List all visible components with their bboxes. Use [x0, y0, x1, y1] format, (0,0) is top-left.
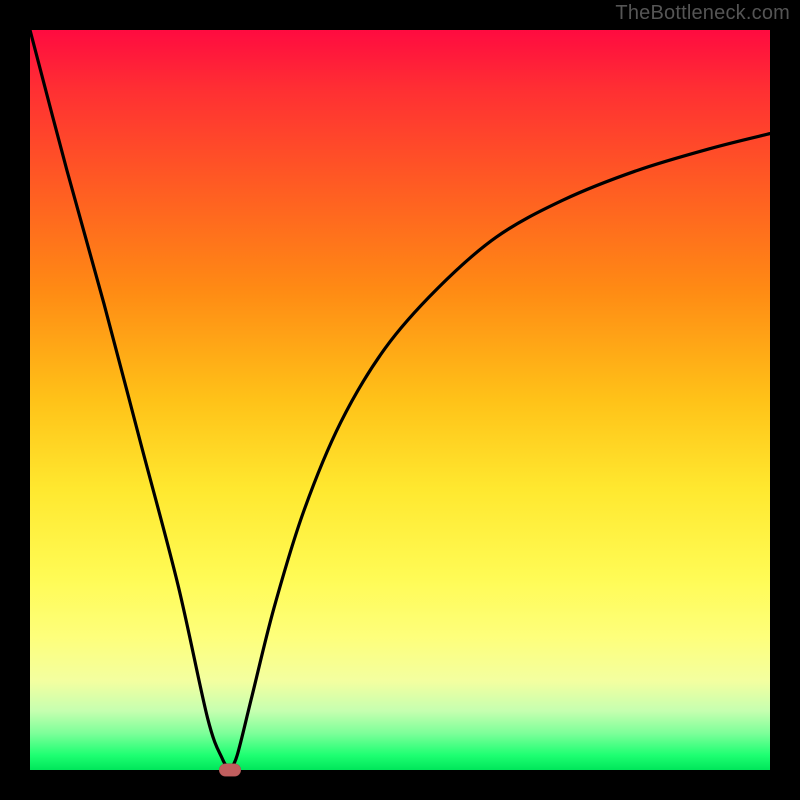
chart-frame: TheBottleneck.com: [0, 0, 800, 800]
right-branch-line: [230, 134, 770, 770]
curve-layer: [30, 30, 770, 770]
watermark-text: TheBottleneck.com: [615, 2, 790, 25]
optimum-marker: [219, 764, 241, 777]
left-branch-line: [30, 30, 230, 770]
plot-area: [30, 30, 770, 770]
